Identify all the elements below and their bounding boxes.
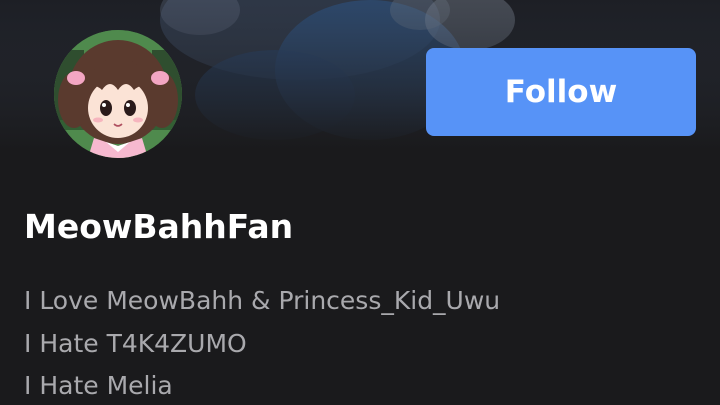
username: MeowBahhFan	[24, 207, 294, 246]
bio-line: I Hate Melia	[24, 371, 173, 400]
bio: I Love MeowBahh & Princess_Kid_Uwu I Hat…	[24, 280, 500, 405]
anime-girl-avatar-icon	[54, 30, 182, 158]
profile-screen: Follow MeowBahhFan I Love MeowBahh & Pri…	[0, 0, 720, 405]
bio-line: I Hate T4K4ZUMO	[24, 328, 247, 358]
avatar[interactable]	[54, 30, 182, 158]
bio-line: I Love MeowBahh & Princess_Kid_Uwu	[24, 286, 501, 315]
follow-button[interactable]: Follow	[426, 48, 696, 136]
